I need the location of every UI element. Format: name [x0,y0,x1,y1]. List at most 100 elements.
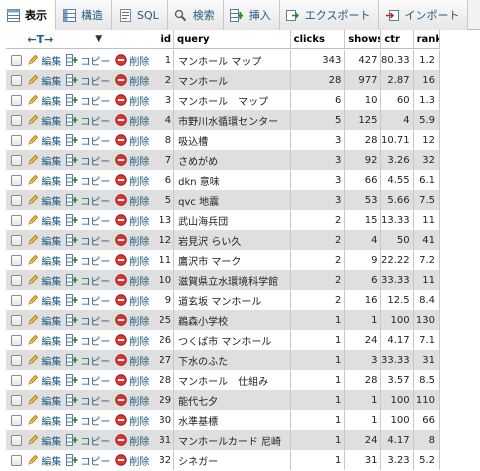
row-checkbox[interactable] [11,394,23,406]
copy-link[interactable]: コピー [66,433,110,448]
column-header-rank[interactable]: rank [412,30,440,48]
copy-link[interactable]: コピー [66,173,110,188]
row-checkbox[interactable] [11,54,23,66]
edit-link[interactable]: 編集 [27,393,61,408]
column-header-ctr[interactable]: ctr [380,30,412,48]
row-checkbox[interactable] [11,314,23,326]
arrows-icon[interactable]: ←T→ [27,33,53,46]
edit-link[interactable]: 編集 [27,373,61,388]
edit-link[interactable]: 編集 [27,73,61,88]
column-header-clicks[interactable]: clicks [289,30,345,48]
edit-link[interactable]: 編集 [27,253,61,268]
row-checkbox[interactable] [11,374,23,386]
copy-link[interactable]: コピー [66,133,110,148]
row-checkbox[interactable] [11,114,23,126]
edit-link[interactable]: 編集 [27,173,61,188]
row-checkbox[interactable] [11,354,23,366]
column-header-id[interactable]: id [159,30,173,48]
delete-link[interactable]: 削除 [115,273,149,288]
copy-link[interactable]: コピー [66,313,110,328]
delete-link[interactable]: 削除 [115,93,149,108]
column-width-arrows[interactable]: ←T→ ▼ [27,30,159,48]
edit-link[interactable]: 編集 [27,233,61,248]
column-header-query[interactable]: query [173,30,290,48]
sort-dropdown-icon[interactable]: ▼ [95,34,102,44]
row-checkbox[interactable] [11,254,23,266]
copy-link[interactable]: コピー [66,373,110,388]
copy-link[interactable]: コピー [66,73,110,88]
copy-link[interactable]: コピー [66,113,110,128]
copy-link[interactable]: コピー [66,153,110,168]
edit-link[interactable]: 編集 [27,433,61,448]
row-checkbox[interactable] [11,434,23,446]
edit-link[interactable]: 編集 [27,53,61,68]
delete-link[interactable]: 削除 [115,313,149,328]
delete-link[interactable]: 削除 [115,213,149,228]
delete-link[interactable]: 削除 [115,53,149,68]
row-checkbox[interactable] [11,334,23,346]
tab-structure[interactable]: 構造 [56,0,112,30]
edit-link[interactable]: 編集 [27,193,61,208]
row-checkbox[interactable] [11,94,23,106]
delete-link[interactable]: 削除 [115,133,149,148]
tab-export[interactable]: エクスポート [279,0,380,30]
edit-link[interactable]: 編集 [27,353,61,368]
copy-link[interactable]: コピー [66,353,110,368]
row-checkbox[interactable] [11,134,23,146]
copy-link[interactable]: コピー [66,333,110,348]
column-header-shows[interactable]: shows [344,30,380,48]
edit-link[interactable]: 編集 [27,273,61,288]
delete-link[interactable]: 削除 [115,253,149,268]
copy-link[interactable]: コピー [66,233,110,248]
delete-link[interactable]: 削除 [115,113,149,128]
copy-link[interactable]: コピー [66,453,110,468]
delete-link[interactable]: 削除 [115,353,149,368]
tab-browse[interactable]: 表示 [0,0,56,31]
edit-link[interactable]: 編集 [27,133,61,148]
delete-link[interactable]: 削除 [115,373,149,388]
delete-link[interactable]: 削除 [115,293,149,308]
tab-import[interactable]: インポート [379,0,469,30]
edit-link[interactable]: 編集 [27,113,61,128]
copy-link[interactable]: コピー [66,53,110,68]
edit-link[interactable]: 編集 [27,333,61,348]
row-checkbox[interactable] [11,214,23,226]
delete-link[interactable]: 削除 [115,393,149,408]
delete-link[interactable]: 削除 [115,333,149,348]
tab-insert[interactable]: 挿入 [223,0,280,30]
copy-link[interactable]: コピー [66,393,110,408]
tab-search[interactable]: 検索 [167,0,224,30]
copy-link[interactable]: コピー [66,93,110,108]
row-checkbox[interactable] [11,414,23,426]
edit-link[interactable]: 編集 [27,153,61,168]
delete-link[interactable]: 削除 [115,233,149,248]
copy-link[interactable]: コピー [66,273,110,288]
delete-link[interactable]: 削除 [115,73,149,88]
tab-sql[interactable]: SQL [112,0,168,30]
row-checkbox[interactable] [11,234,23,246]
copy-link[interactable]: コピー [66,253,110,268]
edit-link[interactable]: 編集 [27,413,61,428]
edit-link[interactable]: 編集 [27,293,61,308]
row-checkbox[interactable] [11,174,23,186]
delete-link[interactable]: 削除 [115,433,149,448]
delete-link[interactable]: 削除 [115,193,149,208]
copy-link[interactable]: コピー [66,293,110,308]
copy-link[interactable]: コピー [66,193,110,208]
delete-link[interactable]: 削除 [115,453,149,468]
delete-link[interactable]: 削除 [115,153,149,168]
edit-link[interactable]: 編集 [27,453,61,468]
edit-link[interactable]: 編集 [27,313,61,328]
row-checkbox[interactable] [11,294,23,306]
copy-link[interactable]: コピー [66,213,110,228]
delete-link[interactable]: 削除 [115,413,149,428]
row-checkbox[interactable] [11,454,23,466]
delete-link[interactable]: 削除 [115,173,149,188]
row-checkbox[interactable] [11,154,23,166]
edit-link[interactable]: 編集 [27,93,61,108]
edit-link[interactable]: 編集 [27,213,61,228]
row-checkbox[interactable] [11,74,23,86]
row-checkbox[interactable] [11,194,23,206]
copy-link[interactable]: コピー [66,413,110,428]
row-checkbox[interactable] [11,274,23,286]
